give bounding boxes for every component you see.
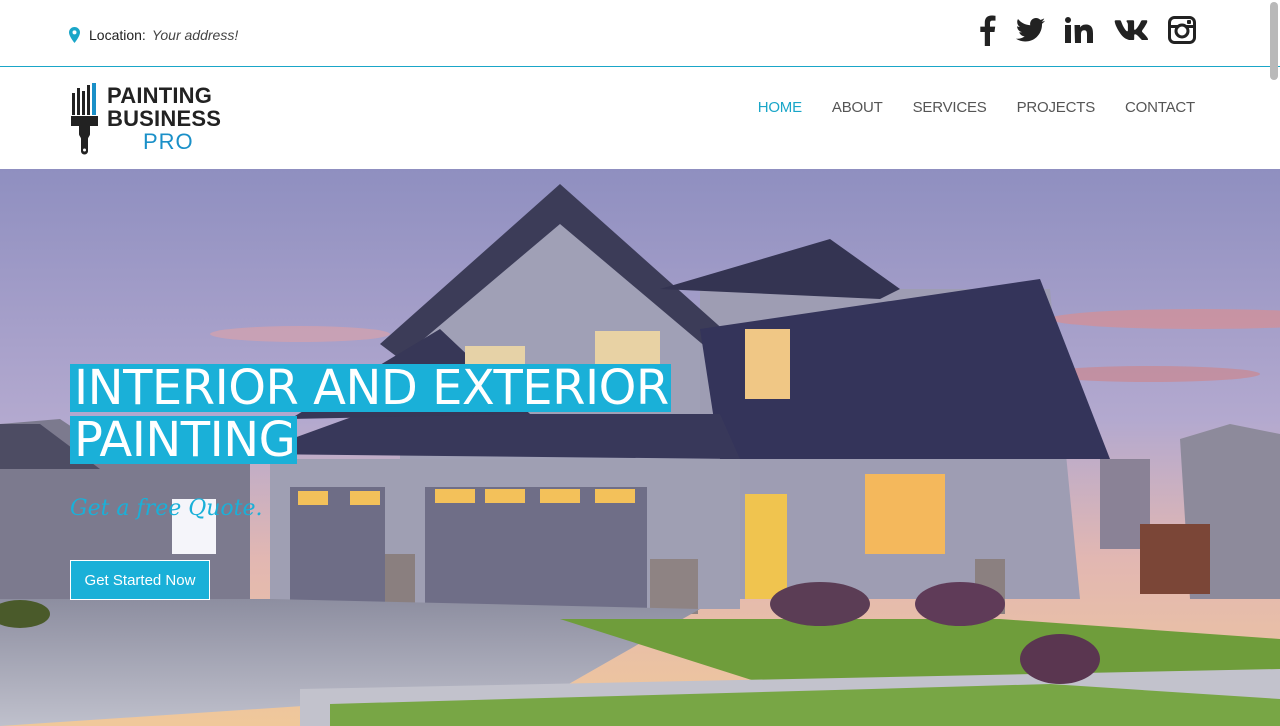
social-links	[958, 14, 1196, 46]
logo-text-line1: PAINTING	[107, 83, 213, 108]
location-info: Location: Your address!	[69, 27, 238, 43]
location-value: Your address!	[151, 27, 239, 43]
nav-contact[interactable]: CONTACT	[1125, 99, 1195, 116]
hero-banner: INTERIOR AND EXTERIOR PAINTING Get a fre…	[0, 169, 1280, 726]
location-label: Location:	[89, 27, 146, 43]
logo[interactable]: PAINTING BUSINESS PRO	[70, 83, 240, 155]
nav-about[interactable]: ABOUT	[832, 99, 883, 116]
linkedin-icon[interactable]	[1065, 14, 1093, 46]
nav-projects[interactable]: PROJECTS	[1017, 99, 1096, 116]
get-started-button[interactable]: Get Started Now	[70, 560, 210, 600]
paintbrush-logo-icon	[71, 83, 98, 155]
instagram-icon[interactable]	[1168, 14, 1196, 46]
twitter-icon[interactable]	[1016, 14, 1045, 46]
hero-title-line1: INTERIOR AND EXTERIOR	[70, 364, 671, 412]
top-bar: Location: Your address!	[0, 0, 1280, 67]
hero-title: INTERIOR AND EXTERIOR PAINTING	[70, 364, 671, 468]
hero-subtitle: Get a free Quote.	[70, 496, 263, 521]
map-pin-icon	[69, 27, 80, 43]
vk-icon[interactable]	[1113, 14, 1148, 46]
hero-title-line2: PAINTING	[70, 416, 298, 464]
logo-text-line2: BUSINESS	[107, 106, 222, 131]
main-navbar: PAINTING BUSINESS PRO HOME ABOUT SERVICE…	[0, 68, 1280, 169]
facebook-icon[interactable]	[978, 14, 996, 46]
nav-home[interactable]: HOME	[758, 99, 802, 116]
logo-text-line3: PRO	[143, 129, 194, 154]
main-menu: HOME ABOUT SERVICES PROJECTS CONTACT	[728, 99, 1195, 116]
page-scrollbar[interactable]	[1270, 2, 1278, 80]
nav-services[interactable]: SERVICES	[913, 99, 987, 116]
